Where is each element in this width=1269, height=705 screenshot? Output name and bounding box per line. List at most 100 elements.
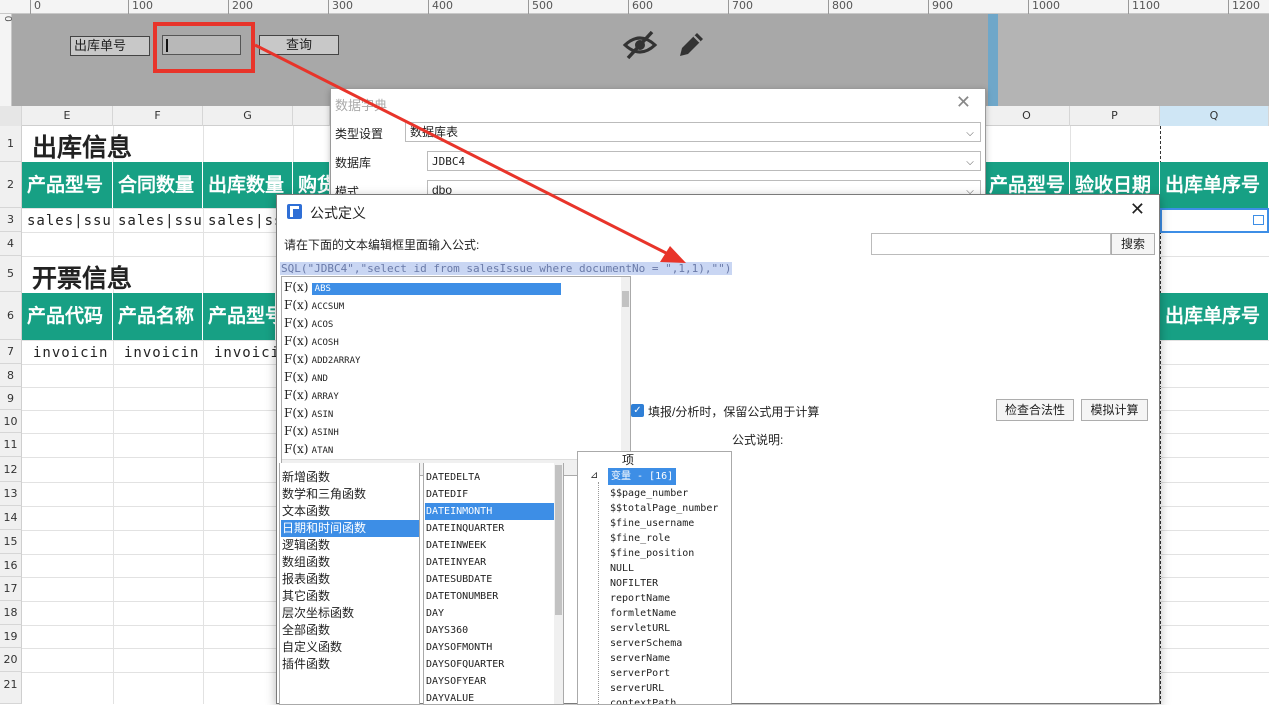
- function-list-scrollbar[interactable]: [554, 463, 563, 704]
- row-header[interactable]: 1: [0, 126, 22, 162]
- autocomplete-item[interactable]: F(x) ADD2ARRAY: [282, 350, 612, 368]
- tree-group-variables[interactable]: 变量 - [16]: [608, 468, 677, 485]
- autocomplete-item[interactable]: F(x) ACCSUM: [282, 296, 612, 314]
- column-header-e[interactable]: E: [22, 106, 113, 126]
- eye-off-icon[interactable]: [622, 28, 658, 62]
- row-header[interactable]: 6: [0, 292, 22, 340]
- column-header-o[interactable]: O: [984, 106, 1070, 126]
- row-header[interactable]: 17: [0, 577, 22, 601]
- keep-formula-checkbox[interactable]: ✓: [631, 404, 644, 417]
- scrollbar-thumb[interactable]: [555, 465, 562, 615]
- category-item[interactable]: 数学和三角函数: [282, 486, 366, 503]
- autocomplete-scrollbar[interactable]: [621, 277, 630, 460]
- category-item[interactable]: 其它函数: [282, 588, 330, 605]
- row-header[interactable]: 2: [0, 162, 22, 208]
- autocomplete-item[interactable]: F(x) ATAN: [282, 440, 612, 458]
- row-header[interactable]: 16: [0, 554, 22, 577]
- database-select[interactable]: JDBC4 ⌵: [427, 151, 981, 171]
- row-header[interactable]: 10: [0, 410, 22, 433]
- header-cell[interactable]: 产品型号: [203, 293, 276, 340]
- autocomplete-item[interactable]: F(x) ASIN: [282, 404, 612, 422]
- data-cell[interactable]: invoicin: [28, 342, 113, 364]
- autocomplete-item[interactable]: F(x) ACOS: [282, 314, 612, 332]
- category-item[interactable]: 层次坐标函数: [282, 605, 354, 622]
- function-item[interactable]: DAYS360: [426, 622, 468, 639]
- header-cell[interactable]: 合同数量: [113, 162, 203, 208]
- function-list[interactable]: DATEDELTA DATEDIF DATEINMONTH DATEINQUAR…: [423, 463, 564, 705]
- section-title-outbound[interactable]: 出库信息: [32, 128, 132, 164]
- category-item[interactable]: 逻辑函数: [282, 537, 330, 554]
- function-item[interactable]: DATEINQUARTER: [426, 520, 504, 537]
- row-header[interactable]: 12: [0, 457, 22, 482]
- check-validity-button[interactable]: 检查合法性: [996, 399, 1074, 421]
- row-header[interactable]: 19: [0, 625, 22, 648]
- header-cell[interactable]: 产品型号: [22, 162, 113, 208]
- row-header[interactable]: 7: [0, 340, 22, 364]
- category-item[interactable]: 新增函数: [282, 469, 330, 486]
- category-item[interactable]: 自定义函数: [282, 639, 342, 656]
- close-icon[interactable]: ✕: [1130, 199, 1145, 220]
- scrollbar-thumb[interactable]: [622, 291, 629, 307]
- function-item[interactable]: DATEINYEAR: [426, 554, 486, 571]
- section-title-invoice[interactable]: 开票信息: [32, 259, 132, 295]
- function-item[interactable]: DATEDIF: [426, 486, 468, 503]
- row-header[interactable]: 21: [0, 672, 22, 704]
- select-all-corner[interactable]: [0, 106, 22, 126]
- category-item-selected[interactable]: 日期和时间函数: [281, 520, 419, 537]
- function-item[interactable]: DATEDELTA: [426, 469, 480, 486]
- query-button[interactable]: 查询: [259, 35, 339, 55]
- autocomplete-item[interactable]: F(x) ACOSH: [282, 332, 612, 350]
- function-item[interactable]: DATETONUMBER: [426, 588, 498, 605]
- simulate-button[interactable]: 模拟计算: [1081, 399, 1148, 421]
- row-header[interactable]: 9: [0, 387, 22, 410]
- row-header[interactable]: 3: [0, 208, 22, 232]
- header-cell[interactable]: 产品代码: [22, 293, 113, 340]
- variables-tree[interactable]: 项 ⊿ 变量 - [16] $$page_number $$totalPage_…: [577, 451, 732, 705]
- row-header[interactable]: 20: [0, 648, 22, 672]
- category-item[interactable]: 数组函数: [282, 554, 330, 571]
- autocomplete-popup[interactable]: F(x) ABS F(x) ACCSUM F(x) ACOS F(x) ACOS…: [281, 276, 631, 476]
- category-item[interactable]: 文本函数: [282, 503, 330, 520]
- row-header[interactable]: 4: [0, 232, 22, 256]
- header-cell[interactable]: 出库单序号: [1160, 162, 1269, 208]
- close-icon[interactable]: ✕: [956, 92, 971, 113]
- formula-text[interactable]: SQL("JDBC4","select id from salesIssue w…: [280, 262, 733, 275]
- function-item[interactable]: DAYSOFMONTH: [426, 639, 492, 656]
- data-cell[interactable]: invoicin: [119, 342, 203, 364]
- parameter-panel-edge[interactable]: [988, 14, 998, 106]
- row-header[interactable]: 11: [0, 433, 22, 457]
- data-cell[interactable]: invoici: [209, 342, 276, 364]
- search-button[interactable]: 搜索: [1111, 233, 1155, 255]
- function-item-selected[interactable]: DATEINMONTH: [425, 503, 554, 520]
- autocomplete-item[interactable]: F(x) ABS: [282, 278, 612, 296]
- function-item[interactable]: DATEINWEEK: [426, 537, 486, 554]
- row-header[interactable]: 5: [0, 256, 22, 292]
- category-item[interactable]: 插件函数: [282, 656, 330, 673]
- row-header[interactable]: 14: [0, 506, 22, 530]
- tree-item[interactable]: 项: [622, 452, 634, 469]
- header-cell[interactable]: 产品名称: [113, 293, 203, 340]
- autocomplete-item[interactable]: F(x) ARRAY: [282, 386, 612, 404]
- autocomplete-item[interactable]: F(x) ASINH: [282, 422, 612, 440]
- data-cell[interactable]: sales|ssu: [203, 210, 276, 232]
- function-item[interactable]: DATESUBDATE: [426, 571, 492, 588]
- function-item[interactable]: DAY: [426, 605, 444, 622]
- data-cell[interactable]: sales|ssu: [22, 210, 113, 232]
- category-item[interactable]: 全部函数: [282, 622, 330, 639]
- column-header-g[interactable]: G: [203, 106, 293, 126]
- column-header-q[interactable]: Q: [1160, 106, 1269, 126]
- row-header[interactable]: 8: [0, 364, 22, 387]
- row-header[interactable]: 18: [0, 601, 22, 625]
- function-item[interactable]: DAYSOFQUARTER: [426, 656, 504, 673]
- category-item[interactable]: 报表函数: [282, 571, 330, 588]
- pencil-icon[interactable]: [674, 28, 708, 62]
- category-list[interactable]: 新增函数 数学和三角函数 文本函数 日期和时间函数 逻辑函数 数组函数 报表函数…: [279, 463, 420, 705]
- header-cell[interactable]: 出库单序号: [1160, 293, 1269, 340]
- column-header-f[interactable]: F: [113, 106, 203, 126]
- selected-cell-q3[interactable]: [1160, 208, 1269, 233]
- column-header-h[interactable]: [293, 106, 330, 126]
- function-item[interactable]: DAYVALUE: [426, 690, 474, 704]
- column-header-p[interactable]: P: [1070, 106, 1160, 126]
- row-header[interactable]: 15: [0, 530, 22, 554]
- data-cell[interactable]: sales|ssu: [113, 210, 203, 232]
